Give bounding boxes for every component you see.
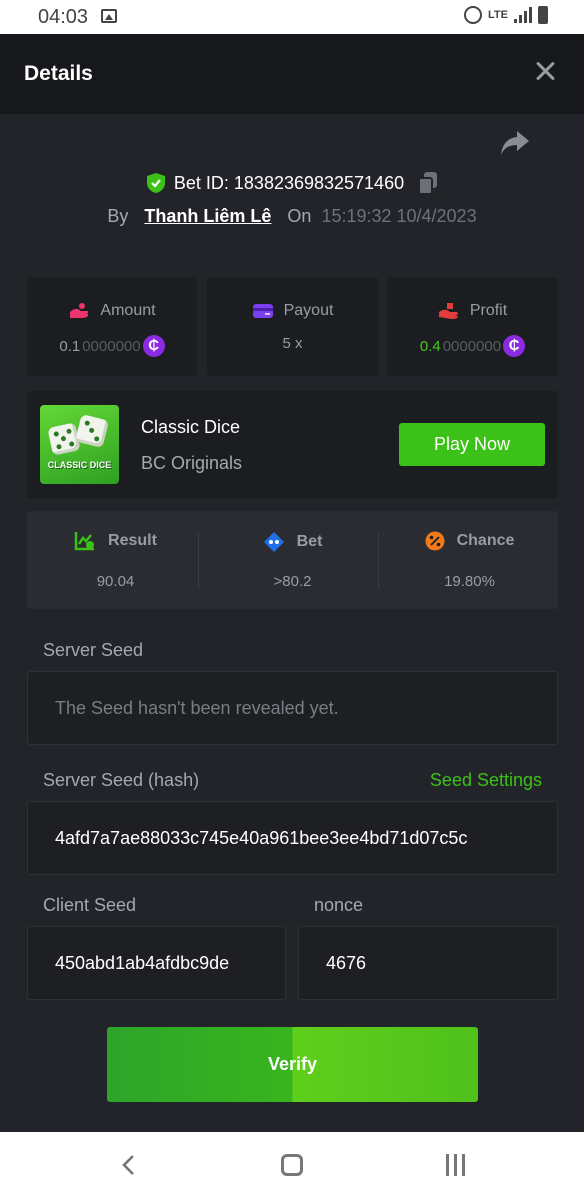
amount-icon <box>70 303 89 318</box>
on-label: On <box>287 206 312 226</box>
result-label: Result <box>108 532 157 549</box>
payout-value: 5 x <box>282 335 303 352</box>
bet-id: Bet ID: 18382369832571460 <box>173 172 405 193</box>
verified-shield-icon <box>146 173 165 193</box>
divider <box>198 533 199 589</box>
page-title: Details <box>24 62 93 85</box>
modal-header: Details <box>0 34 584 114</box>
server-seed-placeholder: The Seed hasn't been revealed yet. <box>55 697 339 718</box>
battery-icon <box>538 6 548 24</box>
result-value: 90.04 <box>96 573 135 590</box>
client-seed-label: Client Seed <box>43 895 137 915</box>
dice-icon <box>75 414 109 448</box>
server-seed-hash-label: Server Seed (hash) <box>43 770 200 790</box>
signal-icon <box>514 7 532 23</box>
amount-label: Amount <box>100 302 156 319</box>
amount-card: Amount 0.1 0000000 ₵ <box>27 277 197 376</box>
bet-meta-row: By Thanh Liêm Lê On 15:19:32 10/4/2023 <box>0 206 584 227</box>
back-icon[interactable] <box>120 1154 136 1176</box>
result-column: Result 90.04 <box>27 511 204 609</box>
alarm-icon <box>464 6 483 24</box>
profit-icon <box>438 303 458 319</box>
chance-label: Chance <box>456 532 515 549</box>
coin-icon: ₵ <box>503 335 526 357</box>
server-seed-hash-value: 4afd7a7ae88033c745e40a961bee3ee4bd71d07c… <box>55 827 468 848</box>
system-nav-bar <box>0 1132 584 1200</box>
server-seed-label: Server Seed <box>43 640 144 660</box>
network-type: LTE <box>488 9 508 21</box>
payout-label: Payout <box>283 302 334 319</box>
game-thumbnail[interactable]: CLASSIC DICE <box>40 405 119 484</box>
game-provider: BC Originals <box>141 453 243 473</box>
by-label: By <box>107 206 129 226</box>
divider <box>378 533 379 589</box>
payout-card-icon <box>252 304 273 318</box>
coin-icon: ₵ <box>142 335 165 357</box>
bet-dice-icon <box>263 532 284 552</box>
nonce-value: 4676 <box>326 952 367 973</box>
game-thumbnail-label: CLASSIC DICE <box>47 460 112 470</box>
status-icons: LTE <box>464 6 548 24</box>
status-bar: 04:03 LTE <box>0 0 584 34</box>
share-icon[interactable] <box>500 130 530 156</box>
result-panel: Result 90.04 Bet >80.2 Chance 19.80% <box>27 511 558 609</box>
bet-datetime: 15:19:32 10/4/2023 <box>321 206 477 226</box>
copy-icon[interactable] <box>418 172 438 195</box>
nonce-field[interactable]: 4676 <box>298 926 558 1000</box>
profit-value: 0.4 <box>419 337 441 355</box>
seed-settings-link[interactable]: Seed Settings <box>430 770 542 791</box>
server-seed-field[interactable]: The Seed hasn't been revealed yet. <box>27 671 558 745</box>
play-now-button[interactable]: Play Now <box>399 423 545 466</box>
user-link[interactable]: Thanh Liêm Lê <box>144 206 271 227</box>
game-card: CLASSIC DICE Classic Dice BC Originals P… <box>27 391 558 498</box>
client-seed-value: 450abd1ab4afdbc9de <box>55 952 230 973</box>
server-seed-hash-field[interactable]: 4afd7a7ae88033c745e40a961bee3ee4bd71d07c… <box>27 801 558 875</box>
payout-card: Payout 5 x <box>207 277 378 376</box>
game-name: Classic Dice <box>141 417 241 437</box>
profit-label: Profit <box>469 302 508 319</box>
verify-button[interactable]: Verify <box>107 1027 478 1102</box>
bet-id-row: Bet ID: 18382369832571460 <box>0 172 584 195</box>
chance-column: Chance 19.80% <box>381 511 558 609</box>
gallery-notification-icon <box>101 9 117 23</box>
client-seed-field[interactable]: 450abd1ab4afdbc9de <box>27 926 286 1000</box>
amount-decimals: 0000000 <box>82 337 141 355</box>
nonce-label: nonce <box>314 895 364 915</box>
bet-column: Bet >80.2 <box>204 511 381 609</box>
bet-details-modal: Details Bet ID: 18382369832571460 By Tha… <box>0 34 584 1132</box>
percent-icon <box>425 531 445 551</box>
result-chart-icon <box>74 532 95 551</box>
home-icon[interactable] <box>281 1154 303 1176</box>
bet-value: >80.2 <box>273 573 312 590</box>
close-icon[interactable] <box>534 60 556 82</box>
bet-label: Bet <box>296 533 323 550</box>
status-time: 04:03 <box>38 6 89 28</box>
amount-value: 0.1 <box>59 337 81 355</box>
recent-apps-icon[interactable] <box>444 1154 468 1176</box>
profit-decimals: 0000000 <box>442 337 502 355</box>
chance-value: 19.80% <box>444 573 495 590</box>
profit-card: Profit 0.4 0000000 ₵ <box>387 277 558 376</box>
